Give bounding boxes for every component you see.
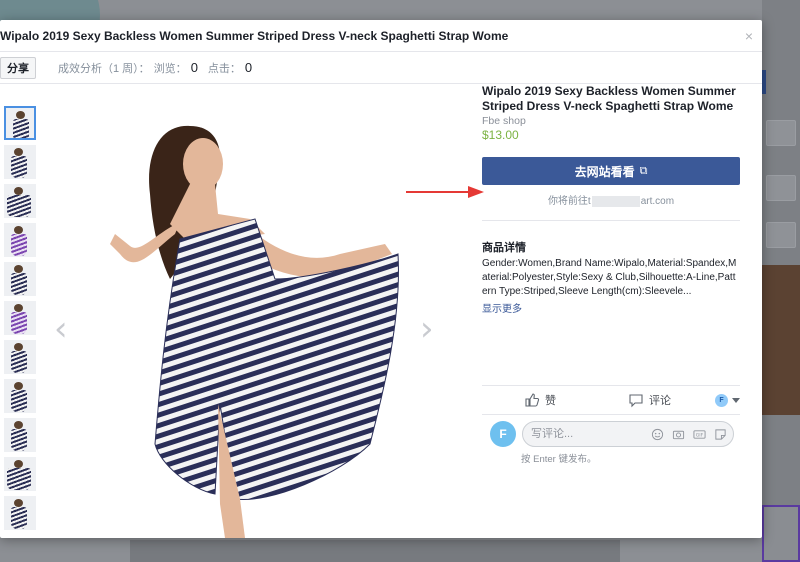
thumbnail[interactable] bbox=[4, 418, 36, 452]
background-card bbox=[762, 505, 800, 562]
modal-header: Wipalo 2019 Sexy Backless Women Summer S… bbox=[0, 20, 762, 52]
thumbnail[interactable] bbox=[4, 301, 36, 335]
details-text: Gender:Women,Brand Name:Wipalo,Material:… bbox=[482, 258, 737, 297]
thumbnail[interactable] bbox=[4, 496, 36, 530]
views-label: 浏览： bbox=[153, 62, 187, 75]
sticker-icon[interactable] bbox=[714, 428, 727, 441]
stats-toolbar: 分享 成效分析（1 周）： 浏览： 0 点击： 0 bbox=[0, 52, 762, 84]
thumbnail[interactable] bbox=[4, 262, 36, 296]
analysis-label: 成效分析（1 周）： bbox=[58, 62, 150, 75]
close-icon[interactable]: × bbox=[745, 28, 753, 44]
emoji-icon[interactable] bbox=[651, 428, 664, 441]
thumbnail-strip bbox=[0, 104, 40, 535]
divider bbox=[482, 220, 740, 221]
comment-button[interactable]: 评论 bbox=[628, 392, 671, 408]
details-title: 商品详情 bbox=[482, 242, 526, 254]
comment-icon bbox=[629, 394, 643, 408]
show-more-link[interactable]: 显示更多 bbox=[482, 300, 522, 315]
thumbnail[interactable] bbox=[4, 457, 36, 491]
shop-name[interactable]: Fbe shop bbox=[482, 115, 740, 127]
avatar: F bbox=[715, 393, 728, 407]
thumbnail[interactable] bbox=[4, 340, 36, 374]
gif-icon[interactable]: GIF bbox=[693, 428, 706, 441]
previous-image-icon[interactable]: ‹ bbox=[54, 309, 68, 349]
visit-website-button[interactable]: 去网站看看 ⧉ bbox=[482, 157, 740, 185]
chevron-down-icon bbox=[732, 397, 740, 403]
background-products-row bbox=[130, 540, 620, 562]
clicks-count: 0 bbox=[244, 60, 253, 75]
thumbnail[interactable] bbox=[4, 184, 36, 218]
avatar: F bbox=[490, 421, 516, 447]
reaction-bar: 赞 评论 F bbox=[482, 385, 740, 415]
background-button bbox=[766, 120, 796, 146]
background-button bbox=[766, 222, 796, 248]
visit-note-suffix: art.com bbox=[640, 196, 675, 207]
background-button bbox=[766, 175, 796, 201]
visit-note-prefix: 你将前往t bbox=[547, 196, 591, 207]
thumbnail[interactable] bbox=[4, 223, 36, 257]
thumbs-up-icon bbox=[525, 393, 540, 407]
like-button[interactable]: 赞 bbox=[524, 392, 556, 408]
modal-title: Wipalo 2019 Sexy Backless Women Summer S… bbox=[0, 28, 509, 43]
views-count: 0 bbox=[190, 60, 198, 75]
product-title: Wipalo 2019 Sexy Backless Women Summer S… bbox=[482, 84, 736, 113]
comment-hint: 按 Enter 键发布。 bbox=[521, 454, 597, 465]
thumbnail[interactable] bbox=[4, 106, 36, 140]
comment-input-box[interactable]: GIF bbox=[522, 421, 734, 447]
comment-input[interactable] bbox=[531, 428, 631, 440]
clicks-label: 点击： bbox=[207, 62, 241, 75]
background-image bbox=[762, 265, 800, 415]
image-viewer: ‹ › bbox=[40, 104, 460, 538]
share-button[interactable]: 分享 bbox=[0, 56, 36, 79]
comment-input-icons: GIF bbox=[643, 428, 733, 441]
external-link-icon: ⧉ bbox=[639, 164, 648, 177]
post-as-selector[interactable]: F bbox=[715, 393, 740, 407]
thumbnail[interactable] bbox=[4, 145, 36, 179]
product-info-panel: Wipalo 2019 Sexy Backless Women Summer S… bbox=[482, 84, 740, 317]
visit-destination-note: 你将前往t art.com bbox=[482, 192, 740, 207]
product-image bbox=[110, 125, 399, 538]
visit-website-label: 去网站看看 bbox=[574, 164, 635, 179]
camera-icon[interactable] bbox=[672, 428, 685, 441]
annotation-arrow-icon bbox=[406, 186, 484, 198]
svg-text:GIF: GIF bbox=[696, 432, 704, 438]
comment-label: 评论 bbox=[649, 395, 671, 407]
thumbnail[interactable] bbox=[4, 379, 36, 413]
redacted-domain bbox=[591, 195, 640, 207]
comment-composer: F GIF bbox=[490, 421, 734, 447]
next-image-icon[interactable]: › bbox=[420, 309, 434, 349]
product-price: $13.00 bbox=[482, 128, 519, 142]
like-label: 赞 bbox=[545, 395, 556, 407]
